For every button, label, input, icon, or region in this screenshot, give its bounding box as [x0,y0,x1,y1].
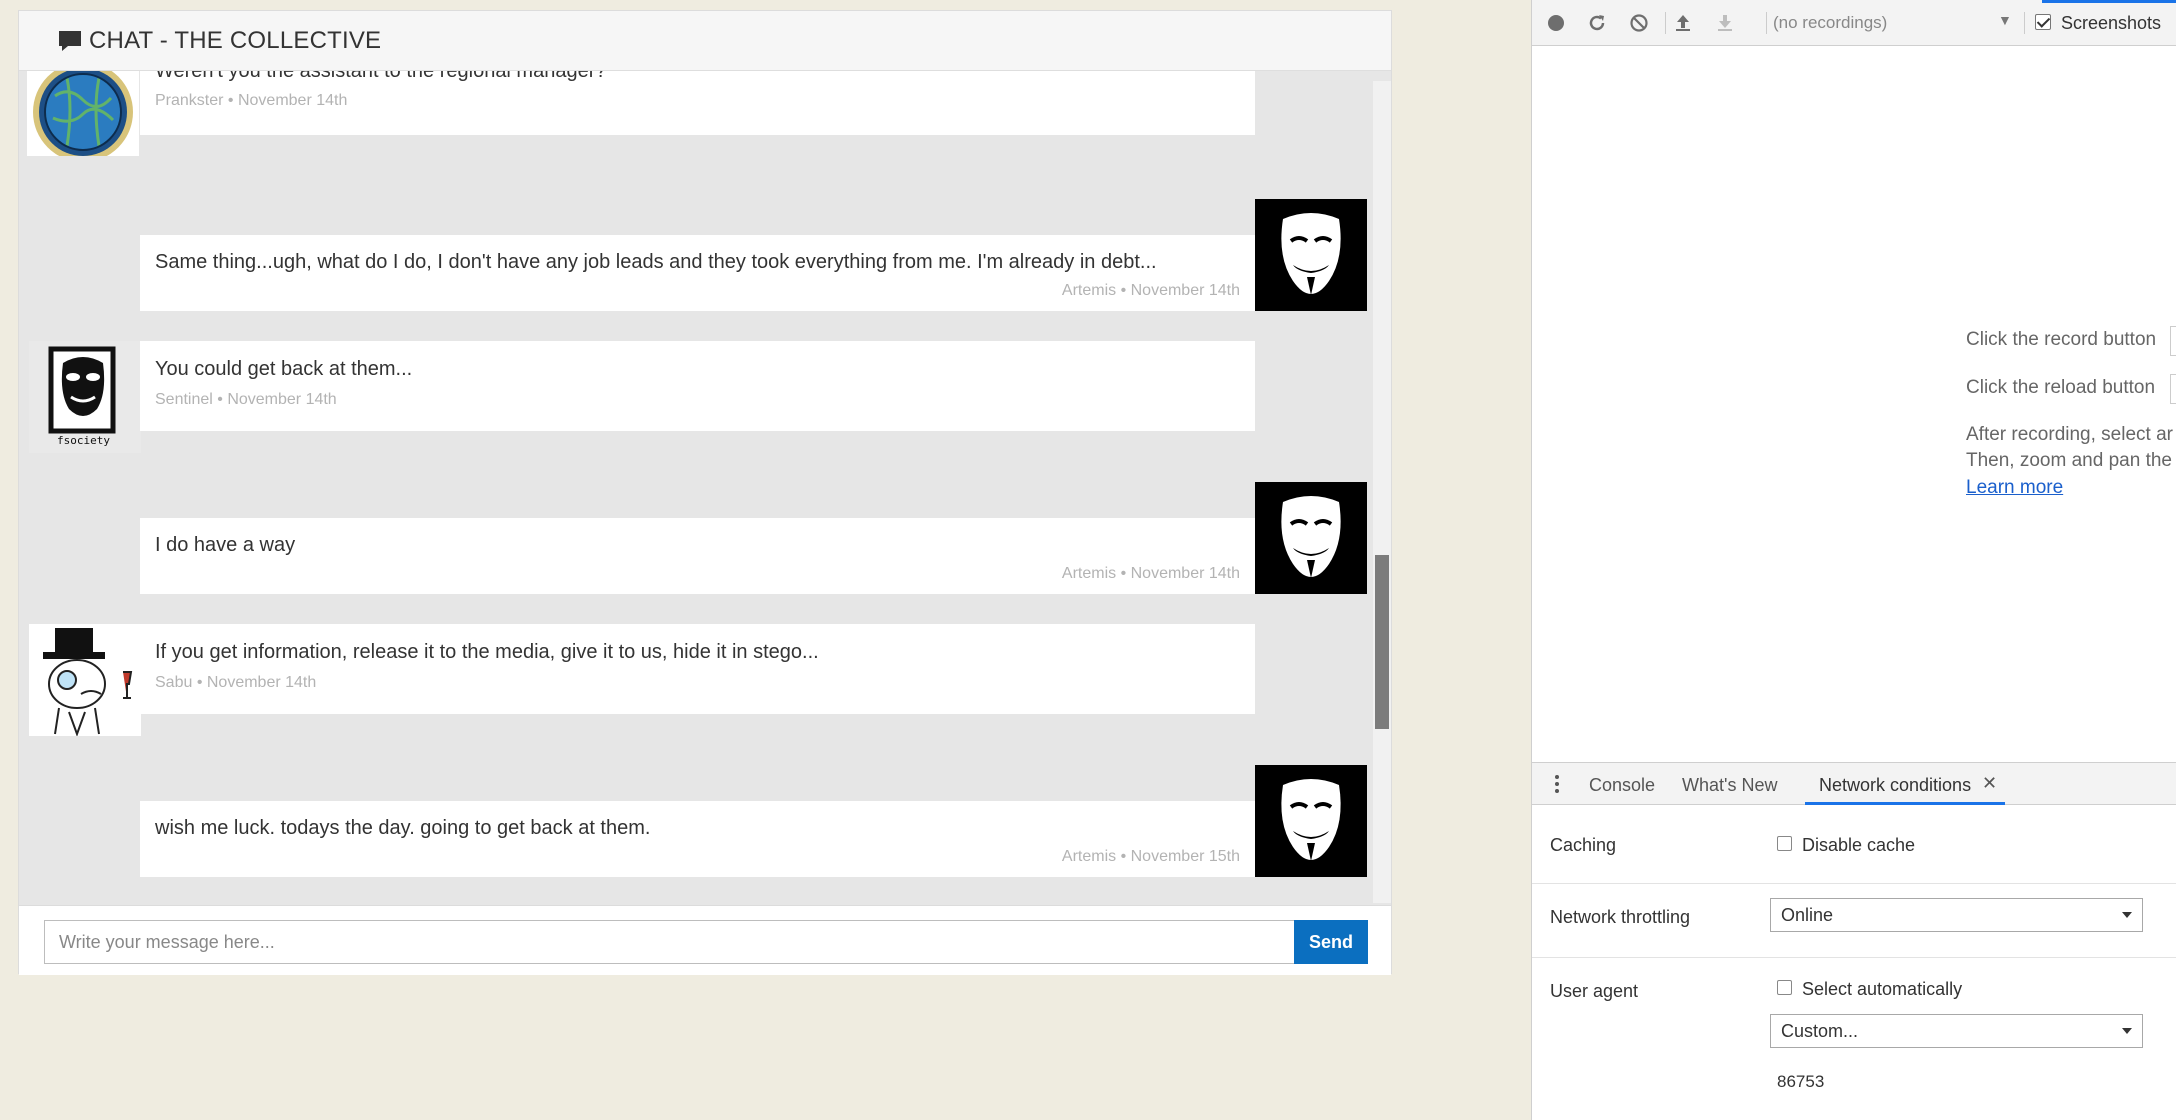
message-text: wish me luck. todays the day. going to g… [155,817,651,839]
section-divider [1532,883,2176,884]
disable-cache-label: Disable cache [1802,835,1916,855]
record-hint-shortcut [2170,326,2176,356]
user-agent-label: User agent [1550,981,1639,1001]
toolbar-divider [1766,12,1767,34]
message-text: Weren't you the assistant to the regiona… [155,71,607,82]
message-meta: Artemis • November 14th [1061,565,1240,582]
after-recording-hint: After recording, select ar [1966,424,2173,445]
recordings-select[interactable]: (no recordings) [1773,13,1887,33]
record-hint: Click the record button [1966,329,2157,350]
fsociety-caption: fsociety [57,434,110,447]
active-tab-indicator [1805,802,2005,805]
network-throttling-label: Network throttling [1550,907,1691,927]
user-agent-select[interactable]: Custom... [1770,1014,2143,1048]
message-text: I do have a way [155,534,296,556]
toolbar-divider [1665,12,1666,34]
message-text: If you get information, release it to th… [155,641,819,663]
chat-bubble-icon [57,28,83,54]
message-meta: Sabu • November 14th [155,674,317,691]
drawer-tab-bar: Console What's New Network conditions ✕ [1532,763,2176,805]
caching-label: Caching [1550,835,1617,855]
message-meta: Sentinel • November 14th [155,391,337,408]
guy-fawkes-mask-avatar [1255,199,1367,311]
message-text: Same thing...ugh, what do I do, I don't … [155,251,1157,273]
performance-toolbar: (no recordings) ▼ Screenshots [1532,0,2176,46]
chat-header: CHAT - THE COLLECTIVE [19,11,1391,71]
message-bubble: If you get information, release it to th… [140,624,1255,714]
message-meta: Artemis • November 15th [1061,848,1240,865]
more-options-icon[interactable] [1554,774,1560,794]
send-button[interactable]: Send [1294,920,1368,964]
reload-icon[interactable] [1586,12,1608,34]
chat-title: CHAT - THE COLLECTIVE [89,26,382,54]
clear-icon[interactable] [1628,12,1650,34]
chevron-down-icon [2122,912,2132,918]
network-throttling-value: Online [1781,905,1834,925]
reload-hint-shortcut [2170,374,2176,404]
section-divider [1532,957,2176,958]
globe-avatar [27,71,139,156]
message-list[interactable]: Weren't you the assistant to the regiona… [19,71,1391,905]
chat-panel: CHAT - THE COLLECTIVE Weren't you the as… [18,10,1392,975]
screenshots-checkbox[interactable] [2035,14,2051,30]
message-bubble: Weren't you the assistant to the regiona… [140,71,1255,135]
upload-icon[interactable] [1672,12,1694,34]
message-composer: Send [19,905,1391,975]
message-bubble: wish me luck. todays the day. going to g… [140,801,1255,877]
select-automatically-checkbox[interactable] [1777,980,1792,995]
message-bubble: Same thing...ugh, what do I do, I don't … [140,235,1255,311]
devtools-drawer: Console What's New Network conditions ✕ … [1532,762,2176,1120]
record-icon[interactable] [1545,12,1567,34]
tab-whats-new[interactable]: What's New [1682,775,1777,796]
download-icon[interactable] [1714,12,1736,34]
message-meta: Prankster • November 14th [155,92,348,109]
tab-console[interactable]: Console [1589,775,1655,796]
message-bubble: I do have a way Artemis • November 14th [140,518,1255,594]
message-meta: Artemis • November 14th [1061,282,1240,299]
guy-fawkes-mask-avatar [1255,482,1367,594]
zoom-pan-hint: Then, zoom and pan the [1966,450,2172,471]
network-throttling-select[interactable]: Online [1770,898,2143,932]
learn-more-link[interactable]: Learn more [1966,477,2063,499]
active-panel-indicator [2042,0,2176,3]
guy-fawkes-mask-avatar [1255,765,1367,877]
chevron-down-icon[interactable]: ▼ [1998,12,2012,28]
reload-hint: Click the reload button [1966,377,2156,398]
user-agent-select-value: Custom... [1781,1021,1859,1041]
screenshots-label: Screenshots [2061,13,2162,33]
message-bubble: You could get back at them... Sentinel •… [140,341,1255,431]
disable-cache-checkbox[interactable] [1777,836,1792,851]
toolbar-divider [2024,12,2025,34]
scrollbar-thumb[interactable] [1375,555,1389,729]
fsociety-mask-avatar: fsociety [29,341,141,453]
devtools-panel: (no recordings) ▼ Screenshots Click the … [1531,0,2176,1120]
close-icon[interactable]: ✕ [1982,773,1997,794]
select-automatically-label: Select automatically [1802,979,1963,999]
user-agent-string[interactable]: 86753 [1777,1072,1824,1092]
message-list-scrollbar[interactable] [1373,81,1391,903]
chevron-down-icon [2122,1028,2132,1034]
message-input[interactable] [44,920,1296,964]
message-text: You could get back at them... [155,358,413,380]
tab-network-conditions[interactable]: Network conditions [1819,775,1971,796]
monocle-meme-avatar [29,624,141,736]
